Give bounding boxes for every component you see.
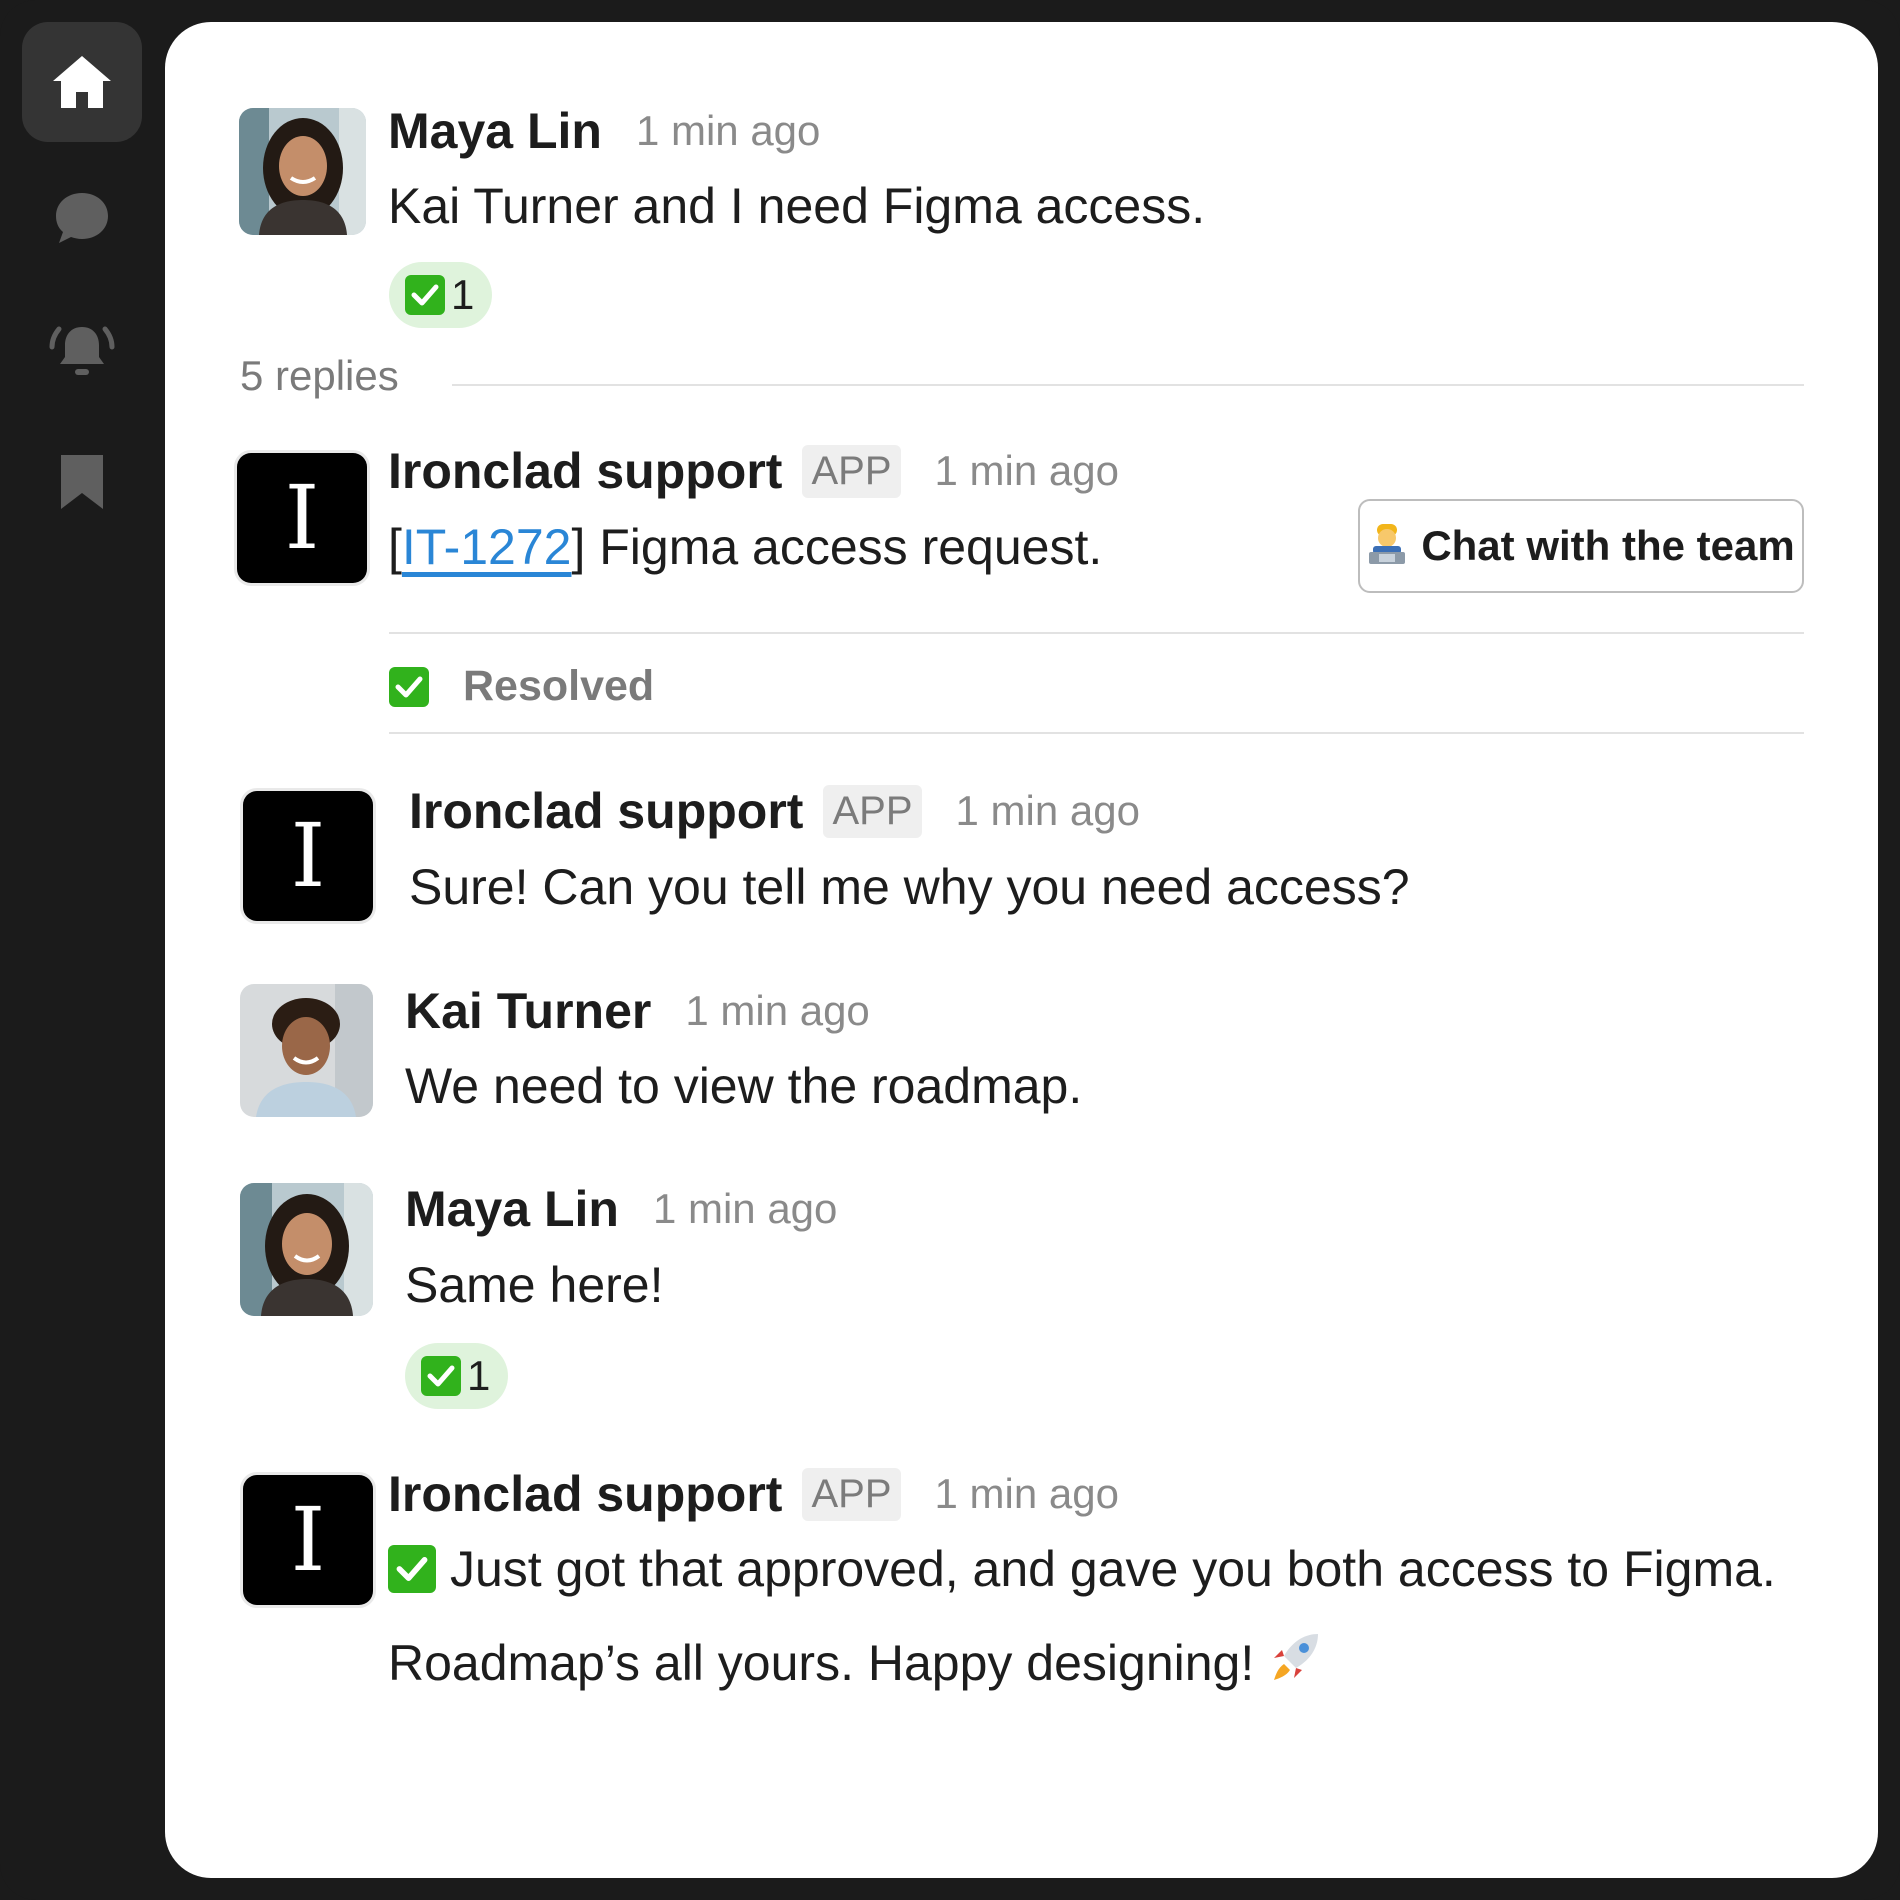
chat-bubble-icon bbox=[54, 190, 110, 246]
reaction-pill[interactable]: 1 bbox=[389, 262, 493, 328]
timestamp: 1 min ago bbox=[685, 987, 870, 1034]
message-header: Maya Lin 1 min ago bbox=[388, 102, 820, 160]
bell-icon bbox=[49, 317, 115, 383]
sidebar-rail bbox=[0, 0, 165, 1900]
message-header: Kai Turner 1 min ago bbox=[405, 982, 870, 1040]
thread-panel: Maya Lin 1 min ago Kai Turner and I need… bbox=[165, 22, 1878, 1878]
avatar-kai-turner[interactable] bbox=[240, 984, 373, 1117]
replies-divider bbox=[452, 384, 1804, 386]
bookmark-icon bbox=[59, 453, 105, 511]
sidebar-item-home[interactable] bbox=[22, 22, 142, 142]
sidebar-item-saved[interactable] bbox=[22, 422, 142, 542]
text-line: Roadmap’s all yours. Happy designing! bbox=[388, 1635, 1255, 1691]
author-name[interactable]: Ironclad support bbox=[409, 782, 803, 840]
app-window: Maya Lin 1 min ago Kai Turner and I need… bbox=[0, 0, 1900, 1900]
text-fragment: ] Figma access request. bbox=[571, 519, 1103, 575]
message-text: [IT-1272] Figma access request. bbox=[388, 518, 1102, 576]
avatar-ironclad-support[interactable]: I bbox=[243, 791, 373, 921]
white-check-mark-icon bbox=[421, 1356, 461, 1396]
message-header: Maya Lin 1 min ago bbox=[405, 1180, 837, 1238]
author-name[interactable]: Ironclad support bbox=[388, 1465, 782, 1523]
author-name[interactable]: Maya Lin bbox=[405, 1180, 619, 1238]
message-text: Sure! Can you tell me why you need acces… bbox=[409, 859, 1410, 915]
message-text: We need to view the roadmap. bbox=[405, 1058, 1083, 1114]
avatar-maya-lin[interactable] bbox=[240, 1183, 373, 1316]
timestamp: 1 min ago bbox=[934, 1470, 1119, 1517]
status-label: Resolved bbox=[463, 662, 655, 710]
button-label: Chat with the team bbox=[1421, 522, 1795, 569]
avatar-ironclad-support[interactable]: I bbox=[243, 1475, 373, 1605]
avatar-ironclad-support[interactable]: I bbox=[237, 453, 367, 583]
app-badge: APP bbox=[802, 444, 901, 498]
author-name[interactable]: Maya Lin bbox=[388, 102, 602, 160]
message-header: Ironclad support APP 1 min ago bbox=[388, 442, 1119, 500]
message-text: Same here! bbox=[405, 1257, 664, 1313]
message-header: Ironclad support APP 1 min ago bbox=[409, 782, 1140, 840]
text-fragment: [ bbox=[388, 519, 402, 575]
timestamp: 1 min ago bbox=[955, 787, 1140, 834]
message-text: Just got that approved, and gave you bot… bbox=[388, 1540, 1776, 1598]
author-name[interactable]: Kai Turner bbox=[405, 982, 651, 1040]
rocket-emoji-icon bbox=[1268, 1630, 1322, 1696]
reaction-count: 1 bbox=[451, 271, 475, 318]
resolved-status: Resolved bbox=[389, 662, 654, 711]
avatar-letter: I bbox=[290, 1488, 326, 1591]
message-header: Ironclad support APP 1 min ago bbox=[388, 1465, 1119, 1523]
author-name[interactable]: Ironclad support bbox=[388, 442, 782, 500]
timestamp: 1 min ago bbox=[652, 1185, 838, 1232]
chat-with-team-button[interactable]: Chat with the team bbox=[1358, 499, 1804, 593]
app-badge: APP bbox=[802, 1467, 901, 1521]
reaction-pill[interactable]: 1 bbox=[405, 1343, 509, 1409]
timestamp: 1 min ago bbox=[635, 107, 821, 154]
ticket-link[interactable]: IT-1272 bbox=[402, 519, 572, 575]
home-icon bbox=[51, 54, 113, 110]
avatar-letter: I bbox=[290, 804, 326, 907]
replies-count[interactable]: 5 replies bbox=[240, 352, 399, 400]
reaction-count: 1 bbox=[467, 1352, 491, 1399]
timestamp: 1 min ago bbox=[934, 447, 1119, 494]
message-text: Kai Turner and I need Figma access. bbox=[388, 178, 1206, 234]
avatar-letter: I bbox=[284, 466, 320, 569]
technologist-emoji-icon bbox=[1367, 522, 1407, 571]
text-line: Just got that approved, and gave you bot… bbox=[450, 1541, 1776, 1597]
check-icon bbox=[389, 666, 429, 707]
white-check-mark-icon bbox=[405, 275, 445, 315]
status-top-divider bbox=[389, 632, 1804, 634]
check-icon bbox=[388, 1545, 436, 1593]
sidebar-item-notifications[interactable] bbox=[22, 290, 142, 410]
sidebar-item-messages[interactable] bbox=[22, 158, 142, 278]
app-badge: APP bbox=[823, 784, 922, 838]
message-text: Roadmap’s all yours. Happy designing! bbox=[388, 1630, 1322, 1696]
avatar-maya-lin[interactable] bbox=[239, 108, 366, 235]
status-bottom-divider bbox=[389, 732, 1804, 734]
